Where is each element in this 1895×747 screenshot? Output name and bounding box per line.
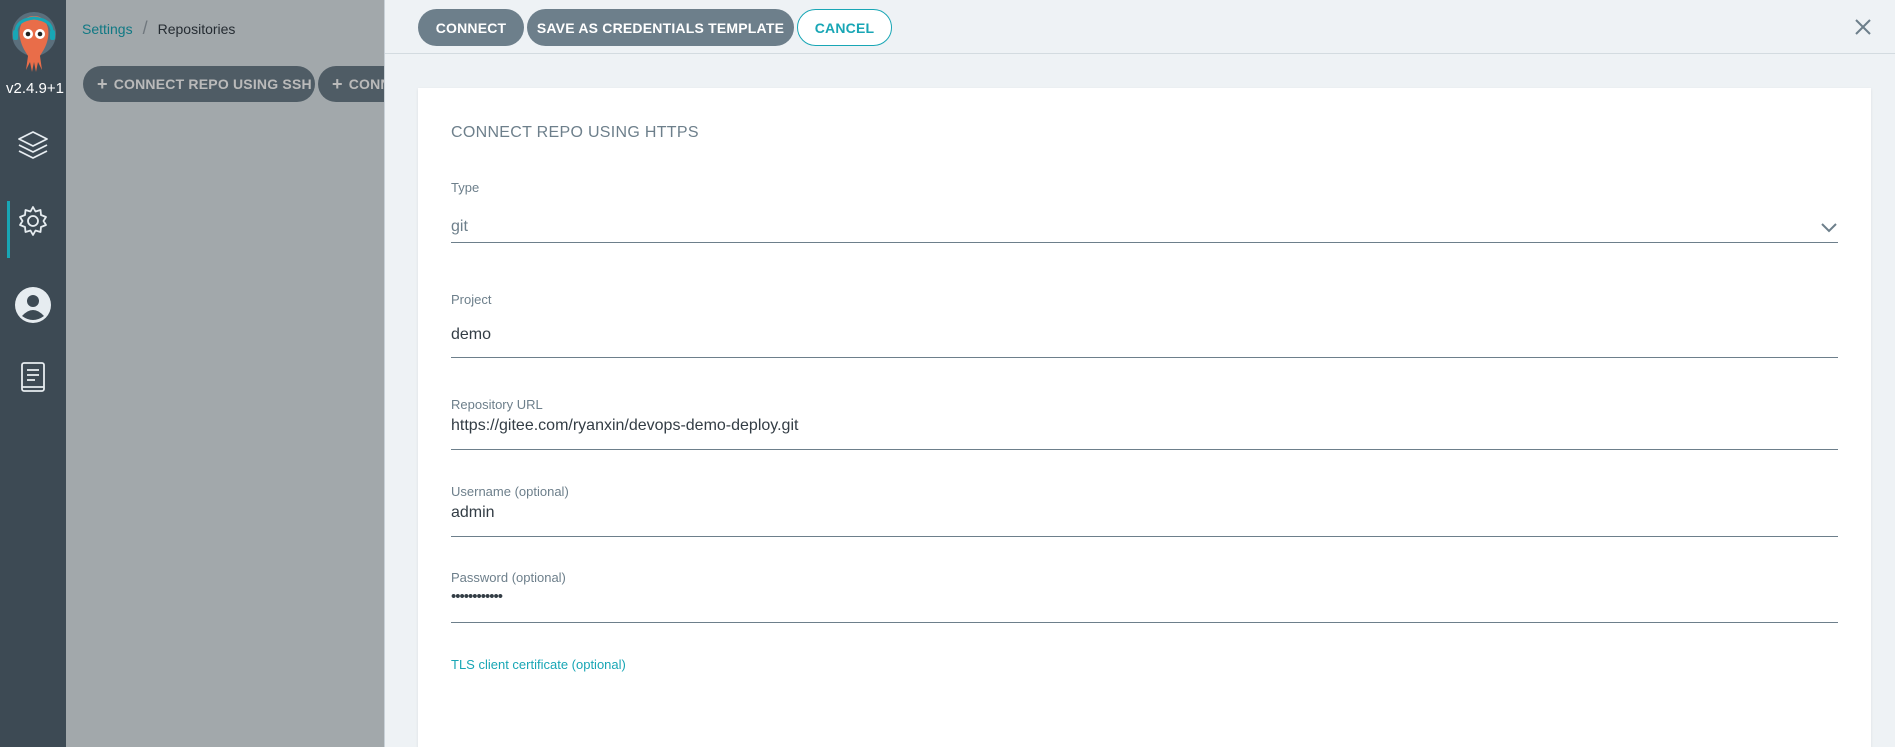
type-label: Type xyxy=(451,180,480,195)
nav-item-settings[interactable] xyxy=(13,201,53,241)
project-value: demo xyxy=(451,326,492,343)
version-label: v2.4.9+1 xyxy=(6,80,64,97)
password-underline xyxy=(451,622,1838,623)
modal-backdrop[interactable] xyxy=(66,0,384,747)
nav-item-applications[interactable] xyxy=(13,125,53,165)
connect-button[interactable]: CONNECT xyxy=(418,9,524,46)
username-field[interactable]: Username (optional) admin xyxy=(451,484,1838,539)
close-icon[interactable] xyxy=(1852,16,1874,38)
connect-repo-panel: CONNECT SAVE AS CREDENTIALS TEMPLATE CAN… xyxy=(384,0,1895,747)
layers-icon xyxy=(18,131,48,159)
chevron-down-icon xyxy=(1821,223,1837,233)
connect-form-card: CONNECT REPO USING HTTPS Type git Projec… xyxy=(418,88,1871,747)
tls-client-certificate-link[interactable]: TLS client certificate (optional) xyxy=(451,657,626,672)
project-label: Project xyxy=(451,292,492,307)
gear-icon xyxy=(19,206,47,236)
nav-active-indicator xyxy=(7,201,10,258)
repository-url-value: https://gitee.com/ryanxin/devops-demo-de… xyxy=(451,417,799,434)
book-icon xyxy=(21,362,45,392)
password-label: Password (optional) xyxy=(451,570,566,585)
cancel-button[interactable]: CANCEL xyxy=(797,9,892,46)
argo-logo[interactable] xyxy=(6,10,62,76)
password-value: •••••••••••• xyxy=(451,588,503,605)
username-label: Username (optional) xyxy=(451,484,569,499)
save-credentials-template-button[interactable]: SAVE AS CREDENTIALS TEMPLATE xyxy=(527,9,794,46)
form-title: CONNECT REPO USING HTTPS xyxy=(451,124,699,141)
repository-url-underline xyxy=(451,449,1838,450)
password-field[interactable]: Password (optional) •••••••••••• xyxy=(451,570,1838,625)
repository-url-label: Repository URL xyxy=(451,397,543,412)
user-icon xyxy=(15,287,51,323)
type-value: git xyxy=(451,218,468,235)
type-select[interactable]: Type git xyxy=(451,180,1838,250)
repository-url-field[interactable]: Repository URL https://gitee.com/ryanxin… xyxy=(451,397,1838,452)
type-underline xyxy=(451,242,1838,243)
username-value: admin xyxy=(451,504,495,521)
nav-item-docs[interactable] xyxy=(13,358,53,398)
nav-item-user-info[interactable] xyxy=(13,285,53,325)
panel-header: CONNECT SAVE AS CREDENTIALS TEMPLATE CAN… xyxy=(385,0,1895,54)
project-underline xyxy=(451,357,1838,358)
sidebar-nav: v2.4.9+1 xyxy=(0,0,66,747)
username-underline xyxy=(451,536,1838,537)
project-field[interactable]: Project demo xyxy=(451,292,1838,362)
